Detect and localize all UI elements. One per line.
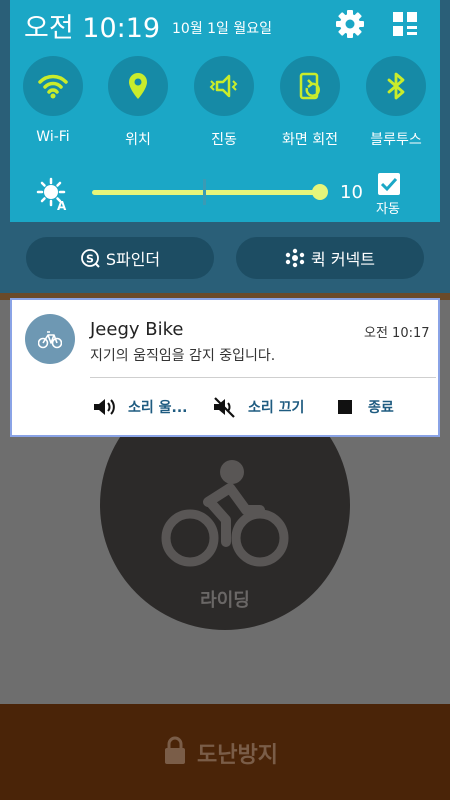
vibrate-toggle[interactable] (194, 56, 254, 116)
s-finder-icon: S (80, 249, 100, 268)
bicycle-icon (38, 331, 62, 349)
bicycle-icon (161, 460, 289, 567)
quick-connect-button[interactable]: 퀵 커넥트 (236, 237, 424, 279)
ride-label: 라이딩 (200, 590, 250, 611)
notification-text: 지기의 움직임을 감지 중입니다. (90, 348, 276, 364)
sound-on-label: 소리 울... (128, 400, 188, 416)
svg-text:A: A (57, 199, 67, 211)
bluetooth-label: 블루투스 (370, 132, 422, 148)
gear-icon[interactable] (336, 10, 364, 38)
divider (90, 377, 436, 378)
wifi-toggle[interactable] (23, 56, 83, 116)
volume-icon (94, 399, 115, 415)
auto-brightness-label: 자동 (376, 202, 400, 217)
vibrate-icon (209, 74, 238, 98)
quick-connect-label: 퀵 커넥트 (311, 250, 375, 269)
wifi-icon (38, 74, 68, 99)
svg-text:S: S (86, 253, 94, 266)
exit-button[interactable]: 종료 (332, 396, 394, 418)
grid-edit-icon[interactable] (392, 11, 418, 37)
wifi-label: Wi-Fi (36, 129, 70, 145)
auto-brightness-checkbox[interactable] (378, 173, 400, 195)
sound-on-button[interactable]: 소리 울... (92, 396, 187, 418)
brightness-value: 10 (340, 182, 363, 203)
location-pin-icon (129, 73, 147, 99)
exit-label: 종료 (368, 400, 394, 416)
bluetooth-toggle[interactable] (366, 56, 426, 116)
stop-icon (338, 400, 352, 414)
sound-off-label: 소리 끄기 (248, 400, 305, 416)
notification-time: 오전 10:17 (364, 326, 430, 341)
s-finder-label: S파인더 (105, 250, 161, 269)
app-avatar (25, 314, 75, 364)
vibrate-label: 진동 (211, 132, 237, 148)
antitheft-label: 도난방지 (197, 743, 278, 768)
brightness-slider-handle[interactable] (312, 184, 328, 200)
rotation-label: 화면 회전 (282, 132, 338, 148)
location-toggle[interactable] (108, 56, 168, 116)
screen-rotation-icon (299, 72, 320, 100)
brightness-default-mark (203, 179, 206, 205)
quick-panel: 오전 10:19 10월 1일 월요일 Wi-Fi 위치 진동 화면 회전 블루… (0, 0, 450, 293)
status-date: 10월 1일 월요일 (172, 21, 273, 37)
s-finder-button[interactable]: S S파인더 (26, 237, 214, 279)
location-label: 위치 (125, 132, 151, 148)
rotation-toggle[interactable] (280, 56, 340, 116)
notification-title: Jeegy Bike (90, 319, 184, 340)
quick-connect-icon (285, 248, 305, 268)
status-time: 오전 10:19 (24, 13, 161, 44)
mute-icon (214, 397, 235, 418)
brightness-slider[interactable] (92, 190, 320, 195)
lock-icon (165, 736, 185, 764)
sound-off-button[interactable]: 소리 끄기 (212, 396, 304, 418)
bluetooth-icon (387, 72, 405, 100)
brightness-auto-icon: A (36, 177, 67, 211)
checkmark-icon (380, 177, 398, 192)
notification-card[interactable]: Jeegy Bike 오전 10:17 지기의 움직임을 감지 중입니다. 소리… (10, 298, 440, 437)
